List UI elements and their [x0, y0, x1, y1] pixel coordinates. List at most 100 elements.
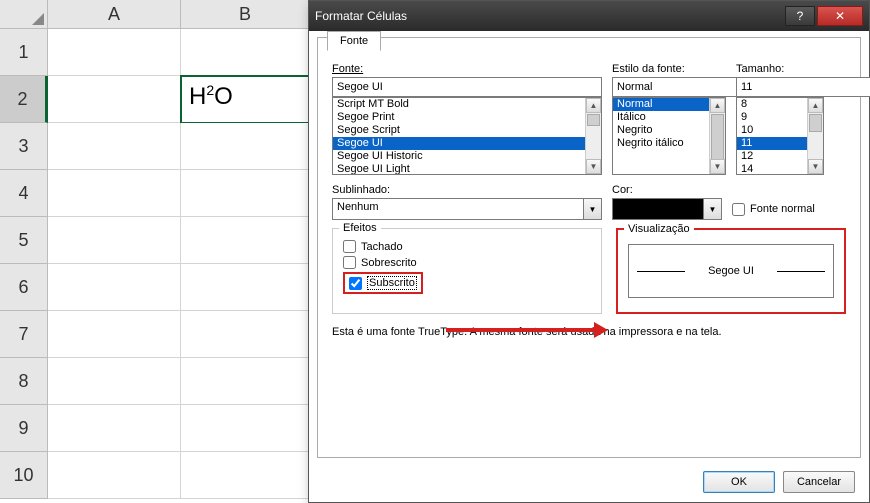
- row-header-10[interactable]: 10: [0, 452, 48, 499]
- column-header-a[interactable]: A: [48, 0, 181, 29]
- annotation-arrow-icon: [446, 328, 596, 332]
- checkbox-icon[interactable]: [349, 277, 362, 290]
- cell-a9[interactable]: [48, 405, 181, 452]
- size-input[interactable]: [736, 77, 870, 97]
- scroll-thumb[interactable]: [711, 114, 724, 160]
- cell-b2[interactable]: H2O: [181, 76, 310, 123]
- row-header-5[interactable]: 5: [0, 217, 48, 264]
- underline-value: Nenhum: [332, 198, 584, 220]
- list-item[interactable]: Script MT Bold: [333, 98, 585, 111]
- scroll-up-icon[interactable]: ▲: [710, 98, 725, 113]
- superscript-checkbox[interactable]: Sobrescrito: [343, 256, 591, 269]
- chevron-down-icon[interactable]: ▼: [584, 198, 602, 220]
- list-item[interactable]: 8: [737, 98, 807, 111]
- cell-a7[interactable]: [48, 311, 181, 358]
- scroll-up-icon[interactable]: ▲: [586, 98, 601, 113]
- select-all-corner[interactable]: [0, 0, 48, 29]
- cell-b5[interactable]: [181, 217, 310, 264]
- row-header-9[interactable]: 9: [0, 405, 48, 452]
- cell-b10[interactable]: [181, 452, 310, 499]
- style-label: Estilo da fonte:: [612, 63, 726, 75]
- size-listbox[interactable]: 8 9 10 11 12 14 ▲ ▼: [736, 97, 824, 175]
- row-header-2[interactable]: 2: [0, 76, 48, 123]
- size-label: Tamanho:: [736, 63, 824, 75]
- scroll-down-icon[interactable]: ▼: [808, 159, 823, 174]
- row-header-3[interactable]: 3: [0, 123, 48, 170]
- color-dropdown[interactable]: ▼: [612, 198, 722, 220]
- cell-a2[interactable]: [48, 76, 181, 123]
- subscript-checkbox[interactable]: Subscrito: [349, 276, 417, 290]
- checkbox-icon[interactable]: [343, 240, 356, 253]
- list-item[interactable]: Segoe UI Light: [333, 163, 585, 175]
- font-input[interactable]: [332, 77, 602, 97]
- column-header-b[interactable]: B: [181, 0, 310, 29]
- cell-a10[interactable]: [48, 452, 181, 499]
- list-item[interactable]: Segoe UI: [333, 137, 585, 150]
- checkbox-icon[interactable]: [732, 203, 745, 216]
- scrollbar[interactable]: ▲ ▼: [709, 98, 725, 174]
- list-item[interactable]: Itálico: [613, 111, 709, 124]
- cell-a8[interactable]: [48, 358, 181, 405]
- cell-b9[interactable]: [181, 405, 310, 452]
- ok-button[interactable]: OK: [703, 471, 775, 493]
- format-cells-dialog: Formatar Células ? ✕ Fonte Fonte: Script…: [308, 0, 870, 503]
- list-item[interactable]: Segoe Script: [333, 124, 585, 137]
- scroll-thumb[interactable]: [809, 114, 822, 132]
- cell-b3[interactable]: [181, 123, 310, 170]
- cell-a4[interactable]: [48, 170, 181, 217]
- checkbox-icon[interactable]: [343, 256, 356, 269]
- font-listbox[interactable]: Script MT Bold Segoe Print Segoe Script …: [332, 97, 602, 175]
- close-button[interactable]: ✕: [817, 6, 863, 26]
- list-item[interactable]: Negrito itálico: [613, 137, 709, 150]
- font-label: Fonte:: [332, 63, 602, 75]
- cell-b6[interactable]: [181, 264, 310, 311]
- list-item[interactable]: 14: [737, 163, 807, 175]
- color-label: Cor:: [612, 184, 846, 196]
- list-item[interactable]: Negrito: [613, 124, 709, 137]
- preview-text: Segoe UI: [708, 265, 754, 277]
- scrollbar[interactable]: ▲ ▼: [807, 98, 823, 174]
- color-swatch: [612, 198, 704, 220]
- list-item[interactable]: Segoe UI Historic: [333, 150, 585, 163]
- cell-a5[interactable]: [48, 217, 181, 264]
- scroll-down-icon[interactable]: ▼: [710, 159, 725, 174]
- row-header-4[interactable]: 4: [0, 170, 48, 217]
- cell-a1[interactable]: [48, 29, 181, 76]
- preview-line-icon: [777, 271, 825, 272]
- underline-dropdown[interactable]: Nenhum ▼: [332, 198, 602, 220]
- help-button[interactable]: ?: [785, 6, 815, 26]
- list-item[interactable]: 9: [737, 111, 807, 124]
- preview-line-icon: [637, 271, 685, 272]
- list-item[interactable]: Segoe Print: [333, 111, 585, 124]
- list-item[interactable]: 10: [737, 124, 807, 137]
- list-item[interactable]: 12: [737, 150, 807, 163]
- row-header-6[interactable]: 6: [0, 264, 48, 311]
- chevron-down-icon[interactable]: ▼: [704, 198, 722, 220]
- effects-legend: Efeitos: [339, 222, 381, 234]
- row-header-7[interactable]: 7: [0, 311, 48, 358]
- row-header-8[interactable]: 8: [0, 358, 48, 405]
- cell-a3[interactable]: [48, 123, 181, 170]
- underline-label: Sublinhado:: [332, 184, 602, 196]
- scroll-up-icon[interactable]: ▲: [808, 98, 823, 113]
- dialog-title: Formatar Células: [315, 9, 783, 23]
- cell-b1[interactable]: [181, 29, 310, 76]
- cell-a6[interactable]: [48, 264, 181, 311]
- list-item[interactable]: Normal: [613, 98, 709, 111]
- normal-font-label: Fonte normal: [750, 203, 815, 215]
- highlight-subscript: Subscrito: [343, 272, 423, 294]
- strike-checkbox[interactable]: Tachado: [343, 240, 591, 253]
- list-item[interactable]: 11: [737, 137, 807, 150]
- scroll-down-icon[interactable]: ▼: [586, 159, 601, 174]
- cell-b4[interactable]: [181, 170, 310, 217]
- titlebar[interactable]: Formatar Células ? ✕: [309, 1, 869, 31]
- tab-font[interactable]: Fonte: [327, 31, 381, 51]
- cell-b8[interactable]: [181, 358, 310, 405]
- style-listbox[interactable]: Normal Itálico Negrito Negrito itálico ▲…: [612, 97, 726, 175]
- scrollbar[interactable]: ▲ ▼: [585, 98, 601, 174]
- scroll-thumb[interactable]: [587, 114, 600, 126]
- normal-font-checkbox[interactable]: Fonte normal: [732, 203, 815, 216]
- row-header-1[interactable]: 1: [0, 29, 48, 76]
- cell-b7[interactable]: [181, 311, 310, 358]
- cancel-button[interactable]: Cancelar: [783, 471, 855, 493]
